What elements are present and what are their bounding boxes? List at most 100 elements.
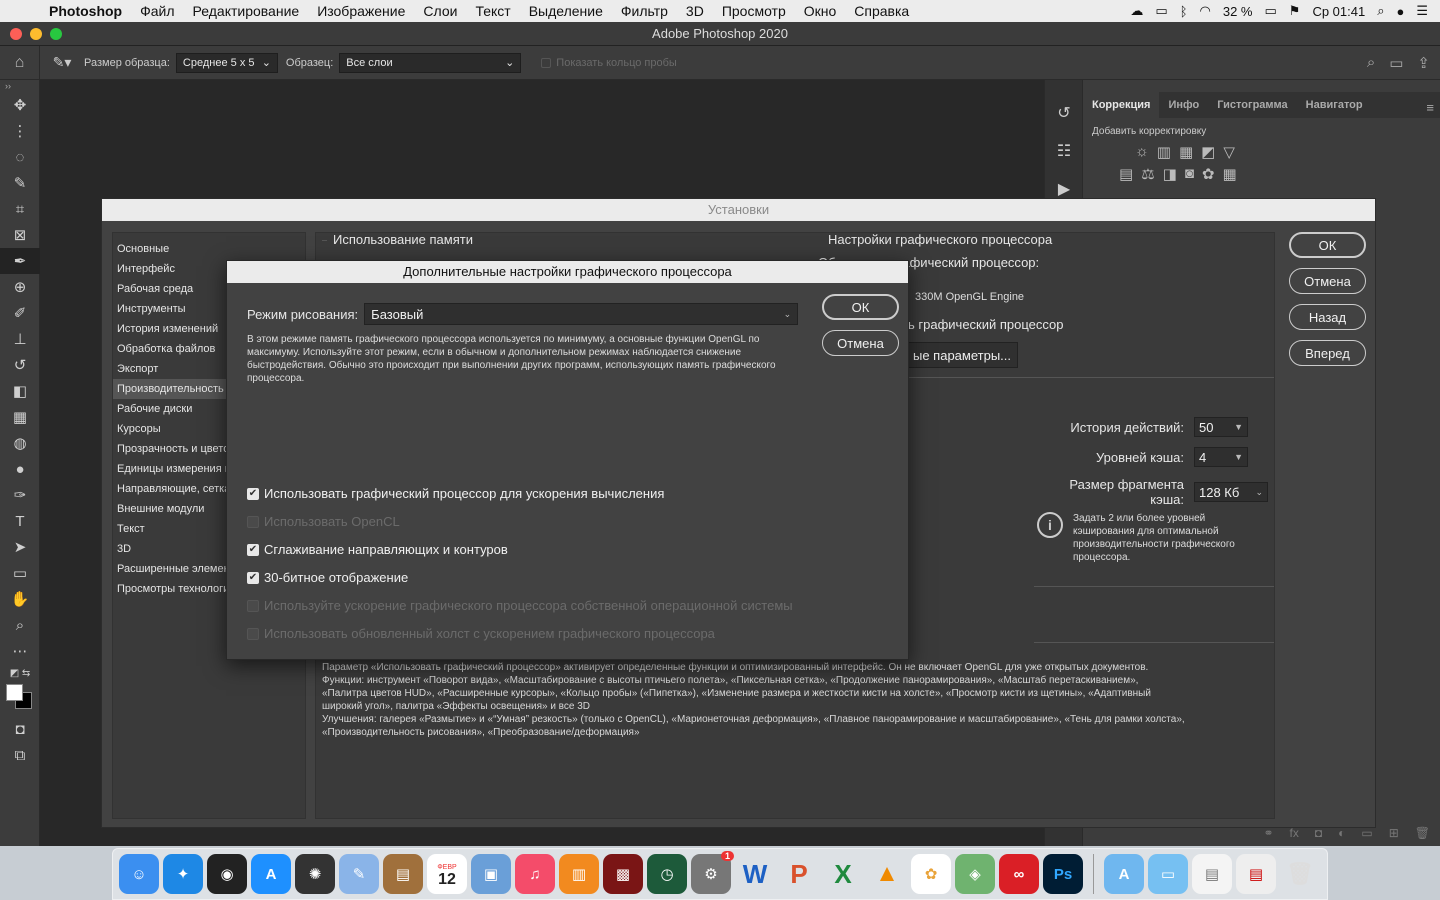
drawing-mode-select[interactable]: Базовый ⌄	[364, 303, 799, 325]
brush-tool-icon[interactable]: ✐	[0, 300, 40, 326]
app-store-icon[interactable]: A	[251, 854, 291, 894]
image-capture-icon[interactable]: ▣	[471, 854, 511, 894]
notification-center-icon[interactable]: ☰	[1416, 3, 1428, 19]
collapse-toolbox-icon[interactable]: ››	[0, 80, 39, 92]
preview-icon[interactable]: ✎	[339, 854, 379, 894]
cache-levels-field[interactable]: 4 ▼	[1194, 447, 1248, 467]
finder-icon[interactable]: ☺	[119, 854, 159, 894]
menu-help[interactable]: Справка	[845, 3, 918, 19]
hue-saturation-icon[interactable]: ▤	[1119, 165, 1133, 183]
crop-tool-icon[interactable]: ⌗	[0, 196, 40, 222]
word-icon[interactable]: W	[735, 854, 775, 894]
menu-layers[interactable]: Слои	[414, 3, 466, 19]
menu-window[interactable]: Окно	[795, 3, 846, 19]
contacts-icon[interactable]: ▤	[383, 854, 423, 894]
maps-icon[interactable]: ◈	[955, 854, 995, 894]
blur-tool-icon[interactable]: ◍	[0, 430, 40, 456]
siri-icon[interactable]: ◉	[207, 854, 247, 894]
menu-app-name[interactable]: Photoshop	[40, 3, 131, 19]
cancel-button[interactable]: Отмена	[1289, 268, 1366, 294]
screen-mode-icon[interactable]: ⧉	[0, 742, 40, 768]
wifi-icon[interactable]: ◠	[1200, 3, 1211, 19]
sample-select[interactable]: Все слои ⌄	[339, 52, 522, 73]
menu-filter[interactable]: Фильтр	[612, 3, 677, 19]
workspace-icon[interactable]: ▭	[1389, 54, 1403, 72]
menu-view[interactable]: Просмотр	[713, 3, 795, 19]
spotlight-search-icon[interactable]: ⌕	[1377, 3, 1384, 19]
anti-alias-guides-checkbox[interactable]: ✔ Сглаживание направляющих и контуров	[247, 542, 508, 557]
siri-icon[interactable]: ●	[1396, 4, 1404, 19]
share-icon[interactable]: ⇪	[1417, 54, 1430, 72]
vlc-icon[interactable]: ▲	[867, 854, 907, 894]
frame-tool-icon[interactable]: ⊠	[0, 222, 40, 248]
channel-mixer-icon[interactable]: ✿	[1202, 165, 1215, 183]
black-white-icon[interactable]: ◨	[1163, 165, 1177, 183]
launchpad-icon[interactable]: ✺	[295, 854, 335, 894]
marquee-tool-icon[interactable]: ⋮	[0, 118, 40, 144]
curves-icon[interactable]: ▦	[1179, 143, 1193, 161]
safari-icon[interactable]: ✦	[163, 854, 203, 894]
more-tools-icon[interactable]: ⋯	[0, 638, 40, 664]
exposure-icon[interactable]: ◩	[1201, 143, 1215, 161]
pdf-document-icon[interactable]: ▤	[1236, 854, 1276, 894]
ok-button[interactable]: ОК	[1289, 232, 1366, 258]
quick-mask-icon[interactable]: ◘	[0, 716, 40, 742]
color-lookup-icon[interactable]: ▦	[1222, 165, 1236, 183]
chevron-down-icon[interactable]: ▼	[1234, 422, 1243, 432]
quick-selection-tool-icon[interactable]: ✎	[0, 170, 40, 196]
clock[interactable]: Ср 01:41	[1312, 4, 1365, 19]
chevron-down-icon[interactable]: ▼	[1234, 452, 1243, 462]
gradient-tool-icon[interactable]: ▦	[0, 404, 40, 430]
updated-canvas-checkbox[interactable]: Использовать обновленный холст с ускорен…	[247, 626, 715, 641]
trash-icon[interactable]: 🗑	[1415, 826, 1430, 840]
document-icon[interactable]: ▤	[1192, 854, 1232, 894]
color-swatches[interactable]	[6, 682, 39, 716]
history-brush-tool-icon[interactable]: ↺	[0, 352, 40, 378]
music-icon[interactable]: ♫	[515, 854, 555, 894]
hand-tool-icon[interactable]: ✋	[0, 586, 40, 612]
healing-brush-tool-icon[interactable]: ⊕	[0, 274, 40, 300]
menu-select[interactable]: Выделение	[520, 3, 612, 19]
documents-folder-icon[interactable]: ▭	[1148, 854, 1188, 894]
clone-stamp-tool-icon[interactable]: ⊥	[0, 326, 40, 352]
menu-type[interactable]: Текст	[466, 3, 519, 19]
foreground-color-swatch[interactable]	[6, 684, 23, 701]
photos-icon[interactable]: ✿	[911, 854, 951, 894]
sample-size-select[interactable]: Среднее 5 x 5 ⌄	[175, 52, 278, 73]
applications-folder-icon[interactable]: A	[1104, 854, 1144, 894]
advanced-ok-button[interactable]: ОК	[822, 294, 899, 320]
adjustment-layer-icon[interactable]: ◐	[1338, 826, 1345, 840]
forward-button[interactable]: Вперед	[1289, 340, 1366, 366]
search-icon[interactable]: ⌕	[1367, 54, 1375, 72]
native-os-gpu-checkbox[interactable]: Используйте ускорение графического проце…	[247, 598, 793, 613]
calendar-icon[interactable]: ФЕВР 12	[427, 854, 467, 894]
use-opencl-checkbox[interactable]: Использовать OpenCL	[247, 514, 400, 529]
menu-3d[interactable]: 3D	[677, 3, 713, 19]
eyedropper-tool-icon[interactable]: ✒	[0, 248, 40, 274]
advanced-settings-button[interactable]: ые параметры...	[908, 342, 1018, 368]
flag-icon[interactable]: ⚑	[1289, 3, 1301, 19]
use-gpu-compute-checkbox[interactable]: ✔ Использовать графический процессор для…	[247, 486, 664, 501]
properties-panel-icon[interactable]: ☷	[1045, 132, 1083, 170]
dodge-tool-icon[interactable]: ●	[0, 456, 40, 482]
tab-info[interactable]: Инфо	[1159, 92, 1208, 118]
eyedropper-tool-preset-icon[interactable]: ✎▾	[40, 54, 84, 71]
color-balance-icon[interactable]: ⚖	[1141, 165, 1154, 183]
pen-tool-icon[interactable]: ✑	[0, 482, 40, 508]
history-states-field[interactable]: 50 ▼	[1194, 417, 1248, 437]
bluetooth-icon[interactable]: ᛒ	[1180, 4, 1188, 19]
creative-cloud-icon[interactable]: ☁	[1130, 3, 1143, 19]
default-colors-icon[interactable]: ◩ ⇆	[0, 664, 40, 682]
trash-icon[interactable]: 🗑	[1280, 854, 1320, 894]
excel-icon[interactable]: X	[823, 854, 863, 894]
tab-histogram[interactable]: Гистограмма	[1208, 92, 1296, 118]
levels-icon[interactable]: ▥	[1157, 143, 1171, 161]
photo-booth-icon[interactable]: ▩	[603, 854, 643, 894]
tab-navigator[interactable]: Навигатор	[1297, 92, 1372, 118]
sidebar-item-general[interactable]: Основные	[113, 239, 305, 259]
zoom-tool-icon[interactable]: ⌕	[0, 612, 40, 638]
cache-tile-size-select[interactable]: 128 Кб ⌄	[1194, 482, 1268, 502]
type-tool-icon[interactable]: T	[0, 508, 40, 534]
back-button[interactable]: Назад	[1289, 304, 1366, 330]
panel-menu-icon[interactable]: ≡	[1426, 100, 1434, 115]
